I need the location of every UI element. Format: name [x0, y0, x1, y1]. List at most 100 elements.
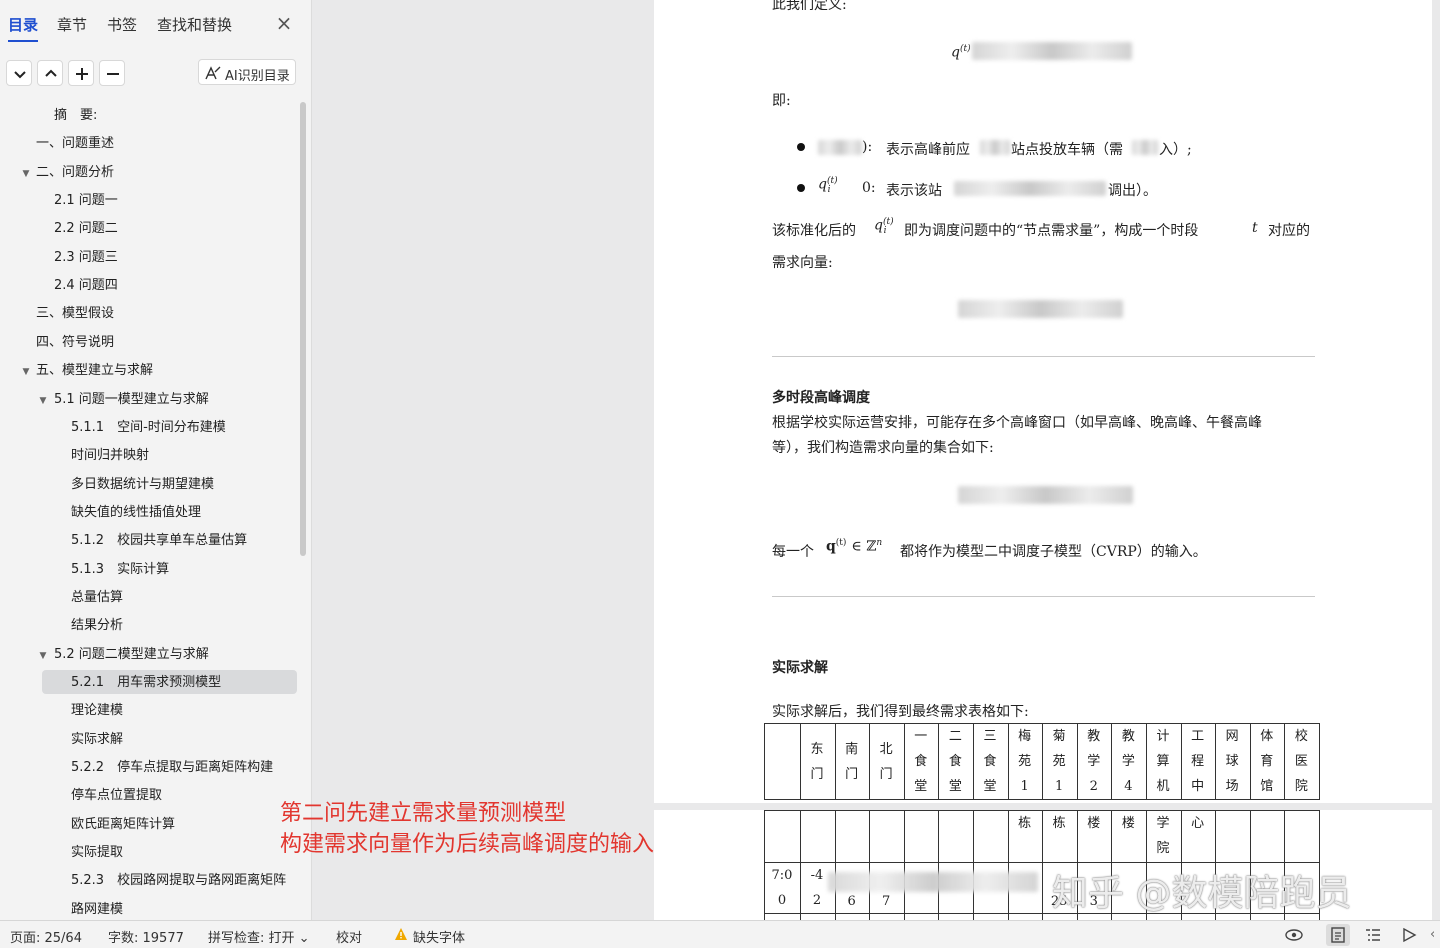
toc-item[interactable]: 理论建模 — [0, 699, 296, 723]
toc-item[interactable]: 路网建模 — [0, 898, 296, 920]
toc-item[interactable]: ▼ 二、问题分析 — [0, 161, 296, 185]
missing-font-button[interactable]: 缺失字体 — [413, 927, 465, 946]
para-4: 实际求解后，我们得到最终需求表格如下: — [772, 704, 1029, 720]
toc-item[interactable]: 摘 要: — [0, 104, 296, 128]
section-divider — [772, 356, 1315, 357]
table-header-cell: 校医院 — [1294, 729, 1308, 794]
outline-view-icon[interactable] — [1364, 926, 1382, 944]
spell-check-toggle[interactable]: 拼写检查: 打开 ⌄ — [208, 927, 310, 946]
blurred-text — [954, 181, 1106, 196]
heading-multi-period: 多时段高峰调度 — [772, 390, 870, 406]
toc-item[interactable]: 5.1.1 空间-时间分布建模 — [0, 416, 296, 440]
more-icon[interactable]: ‹ — [1430, 927, 1435, 942]
toc-item[interactable]: 时间归并映射 — [0, 444, 296, 468]
para-1-formula: q(t)i — [874, 217, 894, 237]
toc-item-label: 二、问题分析 — [36, 164, 115, 180]
table-grid-line — [938, 810, 940, 920]
toc-item[interactable]: 5.1.3 实际计算 — [0, 558, 296, 582]
bullet — [797, 143, 805, 151]
table-header-cell: 楼 — [1087, 816, 1101, 831]
tab-toc[interactable]: 目录 — [8, 14, 39, 42]
toc-item[interactable]: 多日数据统计与期望建模 — [0, 473, 296, 497]
doc-top-text: 此我们定义: — [772, 0, 847, 13]
toc-item[interactable]: 实际提取 — [0, 841, 296, 865]
formula-1: q(t) — [951, 44, 971, 61]
blurred-table-cells — [828, 872, 1038, 892]
toc-item[interactable]: ▼ 5.1 问题一模型建立与求解 — [0, 388, 296, 412]
toc-item[interactable]: 四、符号说明 — [0, 331, 296, 355]
toc-item-label: 时间归并映射 — [71, 448, 150, 464]
table-cell: 7:00 — [771, 868, 793, 908]
toc-item[interactable]: 三、模型假设 — [0, 302, 296, 326]
annotation-line-1: 第二问先建立需求量预测模型 — [280, 801, 567, 826]
status-bar: 页面: 25/64 字数: 19577 拼写检查: 打开 ⌄ 校对 缺失字体 ‹ — [0, 920, 1440, 948]
toc-item-label: 三、模型假设 — [36, 306, 115, 322]
toc-item-label: 实际提取 — [71, 845, 124, 861]
para-3-formula: q(t) ∈ ℤn — [826, 538, 883, 555]
expand-toggle-icon[interactable]: ▼ — [20, 366, 32, 378]
navigation-pane: 目录 章节 书签 查找和替换 × AI识别目录 摘 要: 一、问题重述 ▼ 二、问题分… — [0, 0, 312, 920]
toc-item[interactable]: 欧氏距离矩阵计算 — [0, 813, 296, 837]
ai-recognize-toc-button[interactable]: AI识别目录 — [198, 59, 296, 85]
toc-item[interactable]: 2.1 问题一 — [0, 189, 296, 213]
toc-item-label: 5.2.3 校园路网提取与路网距离矩阵 — [71, 873, 287, 889]
blurred-formula-1 — [972, 42, 1132, 60]
table-header-cell: 计算机 — [1156, 729, 1170, 794]
minus-icon — [107, 73, 119, 75]
toc-item[interactable]: 5.1.2 校园共享单车总量估算 — [0, 529, 296, 553]
collapse-all-button[interactable] — [37, 60, 63, 86]
table-cell: 6 — [847, 894, 856, 909]
blurred-text — [1132, 140, 1158, 155]
toc-item[interactable]: 结果分析 — [0, 614, 296, 638]
toc-item[interactable]: 停车点位置提取 — [0, 784, 296, 808]
table-cell: 7 — [882, 894, 891, 909]
toc-item[interactable]: ▼ 五、模型建立与求解 — [0, 359, 296, 383]
toc-item[interactable]: 5.2.3 校园路网提取与路网距离矩阵 — [0, 869, 296, 893]
table-header-cell: 北门 — [879, 742, 893, 782]
toc-item[interactable]: 5.2.1 用车需求预测模型 — [0, 671, 296, 695]
toc-item[interactable]: ▼ 5.2 问题二模型建立与求解 — [0, 643, 296, 667]
blurred-formula-3 — [958, 486, 1133, 504]
toc-item[interactable]: 2.3 问题三 — [0, 246, 296, 270]
expand-all-button[interactable] — [6, 60, 32, 86]
proofread-button[interactable]: 校对 — [336, 927, 362, 946]
toc-item-label: 五、模型建立与求解 — [36, 363, 154, 379]
toc-item[interactable]: 实际求解 — [0, 728, 296, 752]
toc-item[interactable]: 总量估算 — [0, 586, 296, 610]
toc-item-label: 5.2.2 停车点提取与距离矩阵构建 — [71, 760, 274, 776]
play-icon[interactable] — [1400, 926, 1418, 944]
toc-scrollbar[interactable] — [300, 102, 306, 556]
toc-item-label: 2.3 问题三 — [54, 249, 118, 265]
toc-item-label: 理论建模 — [71, 703, 124, 719]
tab-bookmarks[interactable]: 书签 — [107, 14, 137, 35]
toc-item-label: 5.1.2 校园共享单车总量估算 — [71, 533, 248, 549]
page-view-icon[interactable] — [1330, 926, 1346, 944]
expand-toggle-icon[interactable]: ▼ — [20, 168, 32, 180]
remove-heading-button[interactable] — [99, 60, 125, 86]
toc-item[interactable]: 5.2.2 停车点提取与距离矩阵构建 — [0, 756, 296, 780]
tab-chapters[interactable]: 章节 — [57, 14, 87, 35]
add-heading-button[interactable] — [68, 60, 94, 86]
table-header-cell: 三食堂 — [983, 729, 997, 794]
para-1-b: 即为调度问题中的“节点需求量”，构成一个时段 — [904, 223, 1199, 239]
toc-item[interactable]: 缺失值的线性插值处理 — [0, 501, 296, 525]
toc-item[interactable]: 2.2 问题二 — [0, 217, 296, 241]
nav-tabs: 目录 章节 书签 查找和替换 × — [0, 0, 312, 48]
expand-toggle-icon[interactable]: ▼ — [37, 650, 49, 662]
close-icon[interactable]: × — [274, 13, 294, 33]
page-count[interactable]: 页面: 25/64 — [10, 927, 82, 946]
bullet-2-c: 调出）。 — [1108, 183, 1157, 199]
bullet-1-c: 站点投放车辆（需 — [1011, 142, 1123, 158]
toc-item-label: 四、符号说明 — [36, 334, 115, 350]
toc-item-label: 路网建模 — [71, 901, 124, 917]
doc-ji: 即: — [772, 93, 791, 109]
tab-find-replace[interactable]: 查找和替换 — [157, 14, 232, 35]
toc-item[interactable]: 一、问题重述 — [0, 132, 296, 156]
table-grid-line — [764, 723, 765, 800]
toc-item[interactable]: 2.4 问题四 — [0, 274, 296, 298]
eye-icon[interactable] — [1284, 926, 1304, 944]
expand-toggle-icon[interactable]: ▼ — [37, 395, 49, 407]
table-header-cell: 楼 — [1121, 816, 1135, 831]
table-header-cell: 二食堂 — [948, 729, 962, 794]
word-count[interactable]: 字数: 19577 — [108, 927, 184, 946]
